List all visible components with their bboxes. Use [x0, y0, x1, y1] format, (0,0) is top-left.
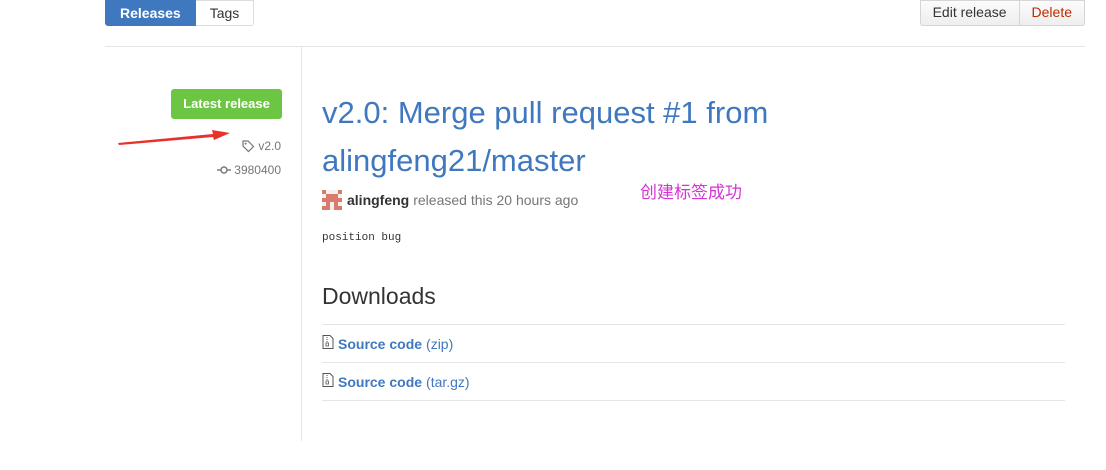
downloads-list: Source code (zip) Source code (tar.gz) — [322, 324, 1065, 401]
annotation-text: 创建标签成功 — [640, 183, 742, 203]
download-ext[interactable]: (tar.gz) — [426, 374, 470, 390]
download-name[interactable]: Source code — [338, 336, 422, 352]
tag-label: v2.0 — [258, 139, 281, 153]
tag-icon — [242, 140, 255, 153]
download-ext[interactable]: (zip) — [426, 336, 453, 352]
downloads-heading: Downloads — [322, 283, 436, 309]
release-byline: alingfeng released this 20 hours ago — [322, 189, 578, 211]
avatar[interactable] — [322, 190, 342, 210]
delete-button[interactable]: Delete — [1019, 0, 1085, 26]
release-body: position bug — [322, 232, 402, 244]
tab-releases[interactable]: Releases — [105, 0, 196, 26]
commit-sha: 3980400 — [234, 163, 281, 177]
release-time: released this 20 hours ago — [413, 192, 579, 208]
release-tabs: Releases Tags — [105, 0, 255, 26]
download-item-targz[interactable]: Source code (tar.gz) — [322, 363, 1065, 401]
release-tag[interactable]: v2.0 — [241, 139, 281, 153]
download-name[interactable]: Source code — [338, 374, 422, 390]
commit-icon — [217, 166, 232, 174]
release-commit[interactable]: 3980400 — [217, 163, 281, 177]
latest-release-badge: Latest release — [171, 89, 282, 119]
timeline-divider — [301, 47, 302, 441]
tab-tags[interactable]: Tags — [195, 0, 255, 26]
author-link[interactable]: alingfeng — [347, 192, 409, 208]
edit-release-button[interactable]: Edit release — [919, 0, 1020, 26]
release-actions: Edit release Delete — [919, 0, 1085, 26]
arrow-annotation — [118, 130, 230, 145]
file-zip-icon — [322, 334, 334, 349]
divider — [105, 46, 1085, 47]
release-title[interactable]: v2.0: Merge pull request #1 from alingfe… — [322, 89, 842, 185]
file-zip-icon — [322, 372, 334, 387]
download-item-zip[interactable]: Source code (zip) — [322, 325, 1065, 363]
